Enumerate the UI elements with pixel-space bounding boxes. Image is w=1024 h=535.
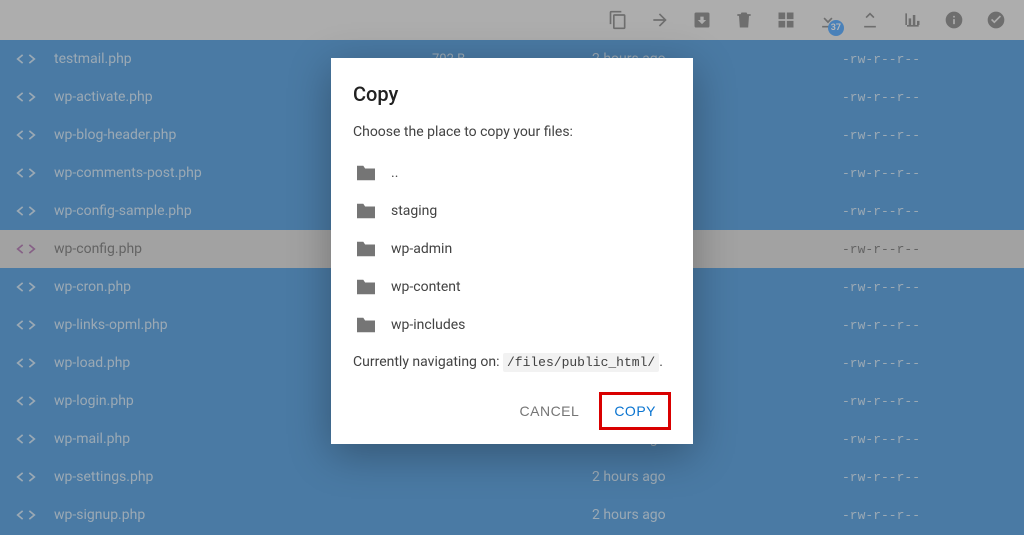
nav-prefix: Currently navigating on:	[353, 354, 503, 370]
copy-button[interactable]: Copy	[599, 392, 671, 430]
folder-label: wp-content	[391, 279, 461, 295]
cancel-button[interactable]: Cancel	[508, 392, 592, 430]
modal-overlay: Copy Choose the place to copy your files…	[0, 0, 1024, 535]
folder-item[interactable]: wp-admin	[353, 230, 671, 268]
folder-icon	[355, 278, 377, 296]
folder-list: .. staging wp-admin wp-content wp-includes	[353, 154, 671, 344]
nav-suffix: .	[659, 354, 663, 370]
folder-icon	[355, 240, 377, 258]
folder-item[interactable]: wp-includes	[353, 306, 671, 344]
folder-icon	[355, 316, 377, 334]
folder-label: staging	[391, 203, 437, 219]
folder-item[interactable]: ..	[353, 154, 671, 192]
folder-label: wp-includes	[391, 317, 465, 333]
folder-label: ..	[391, 165, 398, 181]
folder-item[interactable]: wp-content	[353, 268, 671, 306]
dialog-actions: Cancel Copy	[353, 392, 671, 430]
nav-path: /files/public_html/	[503, 353, 659, 372]
copy-dialog: Copy Choose the place to copy your files…	[331, 58, 693, 444]
folder-label: wp-admin	[391, 241, 452, 257]
nav-note: Currently navigating on: /files/public_h…	[353, 354, 671, 370]
dialog-title: Copy	[353, 82, 671, 106]
folder-item[interactable]: staging	[353, 192, 671, 230]
dialog-prompt: Choose the place to copy your files:	[353, 124, 671, 140]
folder-icon	[355, 202, 377, 220]
folder-icon	[355, 164, 377, 182]
